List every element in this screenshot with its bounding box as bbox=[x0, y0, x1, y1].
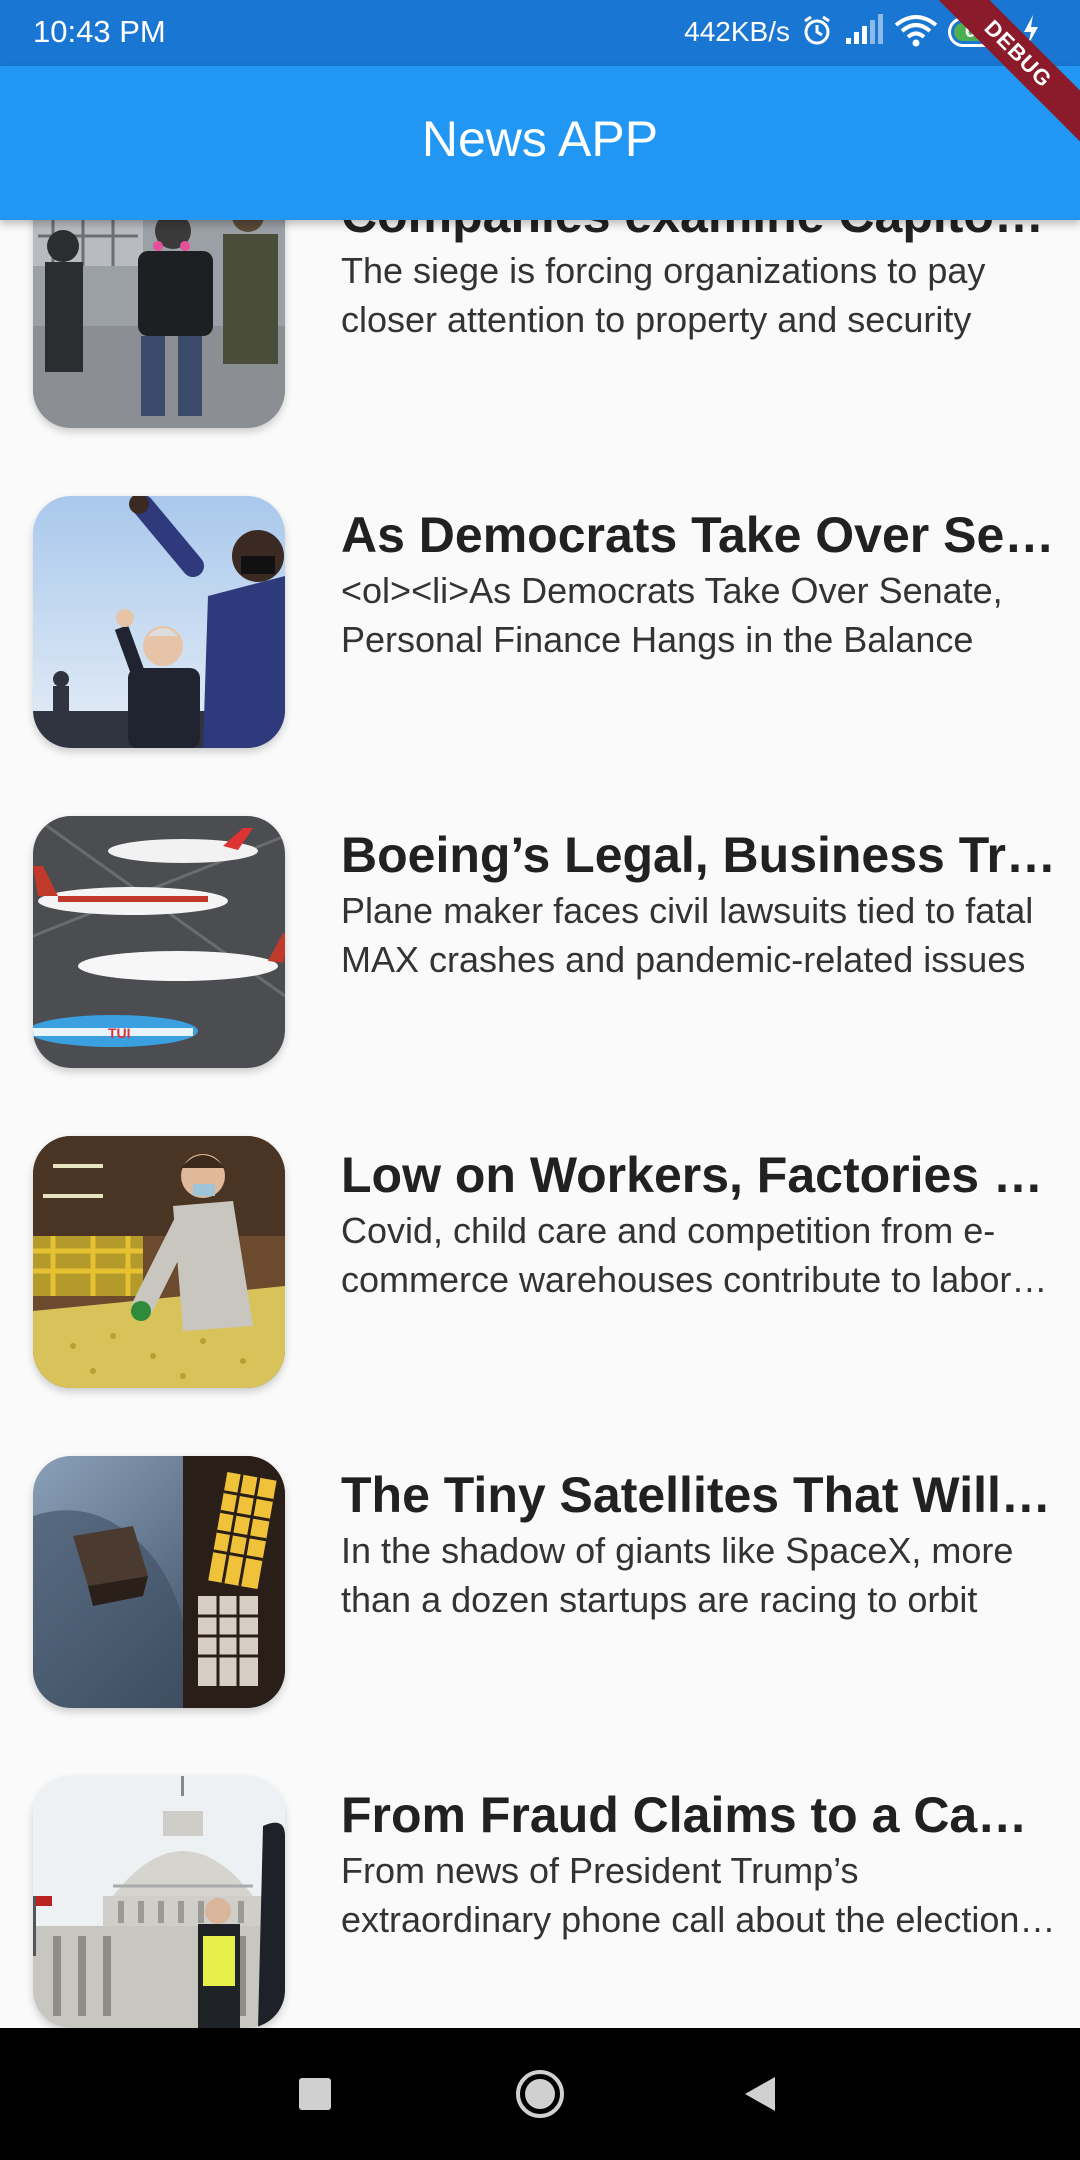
news-thumbnail bbox=[33, 1776, 285, 2028]
news-item[interactable]: TUI Boeing’s Legal, Business Troubles Pl… bbox=[0, 816, 1080, 1136]
news-thumbnail: TUI bbox=[33, 816, 285, 1068]
news-item[interactable]: From Fraud Claims to a Capitol Riot From… bbox=[0, 1776, 1080, 2028]
alarm-icon bbox=[800, 13, 834, 52]
capitol-photo bbox=[33, 1776, 285, 2028]
home-circle-icon[interactable] bbox=[495, 2028, 585, 2160]
news-title: From Fraud Claims to a Capitol Riot bbox=[341, 1787, 1056, 1843]
protest-photo bbox=[33, 220, 285, 428]
factory-worker-photo bbox=[33, 1136, 285, 1388]
news-title: Boeing’s Legal, Business Troubles bbox=[341, 827, 1056, 883]
news-description: The siege is forcing organizations to pa… bbox=[341, 250, 986, 340]
news-text: From Fraud Claims to a Capitol Riot From… bbox=[341, 1784, 1056, 1944]
charging-icon bbox=[1022, 14, 1040, 50]
wifi-icon bbox=[894, 13, 938, 52]
news-thumbnail bbox=[33, 220, 285, 428]
back-triangle-icon[interactable] bbox=[715, 2028, 805, 2160]
news-title: The Tiny Satellites That Will Change Eve… bbox=[341, 1467, 1056, 1523]
network-speed: 442KB/s bbox=[684, 16, 790, 47]
signal-icon bbox=[844, 13, 884, 51]
news-text: The Tiny Satellites That Will Change Eve… bbox=[341, 1464, 1056, 1624]
news-text: Low on Workers, Factories Struggle Covid… bbox=[341, 1144, 1056, 1304]
news-item[interactable]: Low on Workers, Factories Struggle Covid… bbox=[0, 1136, 1080, 1456]
app-bar: News APP bbox=[0, 66, 1080, 220]
status-time: 10:43 PM bbox=[33, 14, 166, 49]
news-description: Covid, child care and competition from e… bbox=[341, 1210, 1012, 1300]
svg-text:TUI: TUI bbox=[108, 1025, 131, 1041]
news-description: From news of President Trump’s extraordi… bbox=[341, 1850, 1020, 1940]
news-description: In the shadow of giants like SpaceX, mor… bbox=[341, 1530, 1014, 1620]
battery-icon: 61 bbox=[948, 17, 1012, 47]
airplanes-photo: TUI bbox=[33, 816, 285, 1068]
news-title: Companies examine Capitol Attack bbox=[341, 220, 1056, 246]
status-bar: 10:43 PM 442KB/s 61 bbox=[0, 0, 1080, 66]
navigation-bar bbox=[0, 2028, 1080, 2160]
politician-wave-photo bbox=[33, 496, 285, 748]
news-thumbnail bbox=[33, 496, 285, 748]
news-description: <ol><li>As Democrats Take Over Senate, P… bbox=[341, 570, 1003, 660]
news-thumbnail bbox=[33, 1136, 285, 1388]
news-text: Boeing’s Legal, Business Troubles Plane … bbox=[341, 824, 1056, 984]
news-description: Plane maker faces civil lawsuits tied to… bbox=[341, 890, 1034, 980]
news-thumbnail bbox=[33, 1456, 285, 1708]
satellite-photo bbox=[33, 1456, 285, 1708]
news-item[interactable]: The Tiny Satellites That Will Change Eve… bbox=[0, 1456, 1080, 1776]
news-title: As Democrats Take Over Senate bbox=[341, 507, 1056, 563]
news-title: Low on Workers, Factories Struggle bbox=[341, 1147, 1056, 1203]
battery-level: 61 bbox=[965, 21, 987, 42]
news-item[interactable]: Companies examine Capitol Attack The sie… bbox=[0, 220, 1080, 496]
status-icons: 442KB/s 61 bbox=[684, 12, 1040, 52]
news-text: As Democrats Take Over Senate <ol><li>As… bbox=[341, 504, 1056, 664]
recents-square-icon[interactable] bbox=[270, 2028, 360, 2160]
app-title: News APP bbox=[421, 111, 659, 167]
news-list[interactable]: Companies examine Capitol Attack The sie… bbox=[0, 220, 1080, 2028]
news-item[interactable]: As Democrats Take Over Senate <ol><li>As… bbox=[0, 496, 1080, 816]
news-text: Companies examine Capitol Attack The sie… bbox=[341, 220, 1056, 344]
